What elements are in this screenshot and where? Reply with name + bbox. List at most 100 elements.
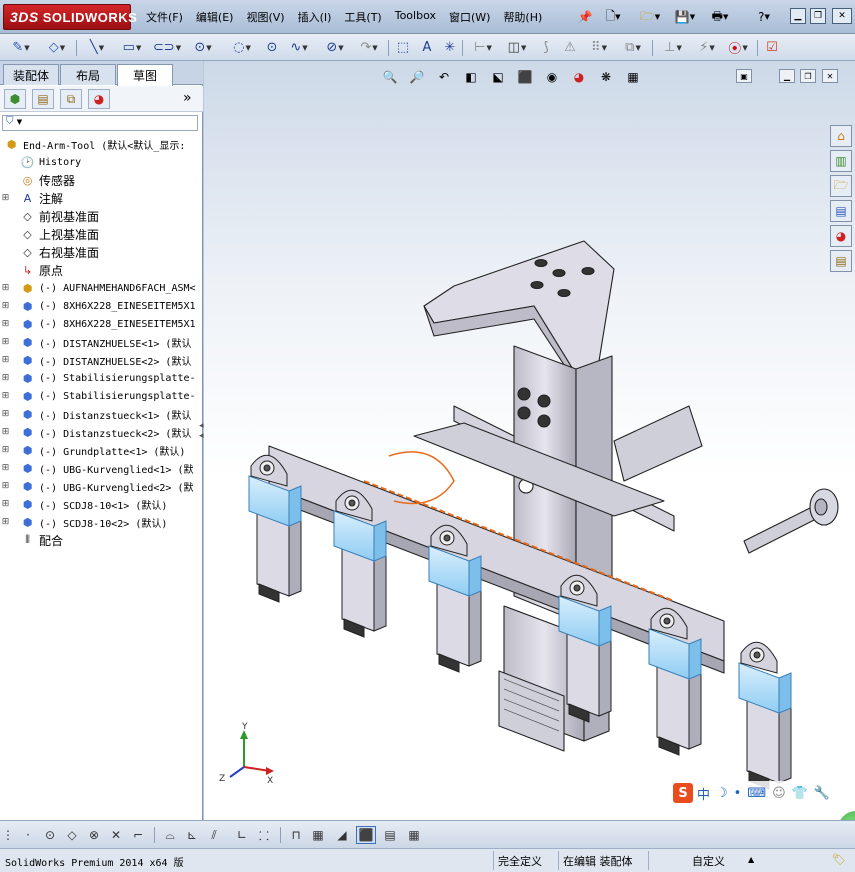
menu-window[interactable]: 窗口(W) [449, 9, 490, 25]
tree-item[interactable]: ⊞ ⬢ (-) SCDJ8-10<2> (默认) [0, 513, 203, 531]
tree-expand-icon[interactable]: ⊞ [0, 319, 11, 329]
tree-expand-icon[interactable]: ⊞ [0, 427, 11, 437]
menu-insert[interactable]: 插入(I) [298, 9, 332, 25]
gripper-part[interactable] [468, 555, 482, 597]
tree-expand-icon[interactable]: ⊞ [0, 445, 11, 455]
plane-icon[interactable]: ⬚ [394, 38, 412, 57]
tree-expand-icon[interactable]: ⊞ [0, 409, 11, 419]
tab-assembly[interactable]: 装配体 [3, 64, 59, 85]
tree-item[interactable]: ⫴ 配合 [0, 531, 203, 549]
new-document-icon[interactable]: 🗋 ▼ [600, 8, 626, 26]
tree-expand-icon[interactable]: ⊞ [0, 481, 11, 491]
slot-icon[interactable]: ⊂⊃ ▼ [152, 38, 182, 57]
line-icon[interactable]: ╲ ▼ [82, 38, 112, 57]
sogou-ime-icon[interactable]: S [673, 783, 693, 803]
units-dropdown-icon[interactable]: ▲ [748, 855, 754, 864]
tree-item[interactable]: ⊞ ⬢ (-) UBG-Kurvenglied<1> (默 [0, 459, 203, 477]
linear-pattern-icon[interactable]: ⠿ ▼ [584, 38, 614, 57]
gripper-part[interactable] [348, 499, 356, 507]
center-snap-icon[interactable]: ⊙ [40, 826, 60, 844]
tab-sketch[interactable]: 草图 [117, 64, 173, 86]
sketch-plane-icon[interactable]: ▤ [380, 826, 400, 844]
shaded-with-edges-icon[interactable]: ⬛ [356, 826, 376, 844]
close-icon[interactable]: ✕ [832, 8, 852, 24]
tree-item[interactable]: ↳ 原点 [0, 261, 203, 279]
ime-keyboard-icon[interactable]: ⌨ [747, 786, 766, 801]
rebuild-icon[interactable]: 🏷 [832, 853, 846, 866]
rectangle-icon[interactable]: ▭ ▼ [116, 38, 148, 57]
fillet-icon[interactable]: ↷ ▼ [354, 38, 384, 57]
units-selector[interactable]: 自定义 [692, 853, 725, 869]
graphics-area[interactable]: 🔍 🔎 ↶ ◧ ⬕ ⬛ ◉ ◕ ❋ ▦ ▣ ▁ ❐ ✕ ⌂ ▥ 🗁 ▤ ◕ ▤ [204, 61, 855, 820]
tree-item[interactable]: ⊞ ⬢ (-) Grundplatte<1> (默认) [0, 441, 203, 459]
nearest-snap-icon[interactable]: ⌐ [128, 826, 148, 844]
tree-item[interactable]: ⊞ ⬢ (-) 8XH6X228_EINESEITEM5X1 [0, 297, 203, 315]
intersection-snap-icon[interactable]: ✕ [106, 826, 126, 844]
circle-icon[interactable]: ⊙ ▼ [188, 38, 218, 57]
point-snap-icon[interactable]: · [18, 826, 38, 844]
coordinate-triad[interactable]: Y X Z [219, 722, 274, 786]
polygon-icon[interactable]: ⊙ [264, 38, 280, 57]
grid-display-icon[interactable]: ▦ [308, 826, 328, 844]
gripper-part[interactable] [753, 651, 761, 659]
menu-tools[interactable]: 工具(T) [344, 9, 381, 25]
spline-icon[interactable]: ∿ ▼ [284, 38, 314, 57]
smart-dimension-icon[interactable]: ◇ ▼ [42, 38, 72, 57]
mirror-entities-icon[interactable]: ⚠ [560, 38, 580, 57]
move-entities-icon[interactable]: ⧉ ▼ [618, 38, 648, 57]
ellipse-icon[interactable]: ⊘ ▼ [320, 38, 350, 57]
help-icon[interactable]: ? ▼ [752, 8, 776, 26]
gripper-part[interactable] [373, 520, 387, 562]
parallel-snap-icon[interactable]: ⫽ [204, 826, 224, 844]
tree-item[interactable]: ⊞ ⬢ (-) SCDJ8-10<1> (默认) [0, 495, 203, 513]
tree-expand-icon[interactable]: ⊞ [0, 517, 11, 527]
menu-view[interactable]: 视图(V) [246, 9, 284, 25]
tree-item[interactable]: ⊞ ⬢ (-) 8XH6X228_EINESEITEM5X1 [0, 315, 203, 333]
menu-help[interactable]: 帮助(H) [503, 9, 542, 25]
tangent-snap-icon[interactable]: ⌓ [160, 826, 180, 844]
tree-item[interactable]: ◇ 上视基准面 [0, 225, 203, 243]
ime-moon-icon[interactable]: ☽ [716, 786, 728, 801]
text-icon[interactable]: A [418, 38, 436, 57]
display-relations-icon[interactable]: ⊥ ▼ [658, 38, 688, 57]
ime-tools-icon[interactable]: 🔧 [814, 786, 830, 801]
arc-icon[interactable]: ◌ ▼ [224, 38, 260, 57]
tree-item[interactable]: ⊞ ⬢ (-) Distanzstueck<2> (默认 [0, 423, 203, 441]
tree-filter[interactable]: ⛉ ▼ [2, 115, 198, 131]
feature-manager-icon[interactable]: ⬢ [4, 89, 26, 109]
shaded-sketch-icon[interactable]: ◢ [332, 826, 352, 844]
tree-item[interactable]: ⊞ ⬢ (-) DISTANZHUELSE<1> (默认 [0, 333, 203, 351]
angle-snap-icon[interactable]: ∟ [232, 826, 252, 844]
convert-entities-icon[interactable]: ◫ ▼ [502, 38, 532, 57]
gripper-part[interactable] [688, 638, 702, 680]
property-manager-icon[interactable]: ▤ [32, 89, 54, 109]
tree-expand-icon[interactable]: ⊞ [0, 463, 11, 473]
menu-file[interactable]: 文件(F) [146, 9, 183, 25]
display-manager-icon[interactable]: ◕ [88, 89, 110, 109]
tab-layout[interactable]: 布局 [60, 64, 116, 85]
rapid-sketch-icon[interactable]: ☑ [762, 38, 782, 57]
perpendicular-snap-icon[interactable]: ⊾ [182, 826, 202, 844]
tree-expand-icon[interactable]: ⊞ [0, 337, 11, 347]
table-icon[interactable]: ▦ [404, 826, 424, 844]
gripper-part[interactable] [573, 584, 581, 592]
gripper-part[interactable] [598, 605, 612, 647]
configuration-manager-icon[interactable]: ⧉ [60, 89, 82, 109]
pushpin-icon[interactable]: 📌 [576, 8, 594, 26]
trim-entities-icon[interactable]: ⊢ ▼ [468, 38, 498, 57]
tree-item[interactable]: ⊞ ⬢ (-) UBG-Kurvenglied<2> (默 [0, 477, 203, 495]
assembly-model[interactable]: Y X Z [204, 61, 855, 820]
offset-entities-icon[interactable]: ⟆ [536, 38, 556, 57]
restore-icon[interactable]: ❐ [810, 8, 826, 24]
tree-item[interactable]: ⊞ ⬢ (-) AUFNAHMEHAND6FACH_ASM< [0, 279, 203, 297]
tree-expand-icon[interactable]: ⊞ [0, 355, 11, 365]
ime-language[interactable]: 中 [697, 784, 710, 803]
tree-item[interactable]: ◎ 传感器 [0, 171, 203, 189]
save-icon[interactable]: 💾 ▼ [672, 8, 698, 26]
tree-expand-icon[interactable]: ⊞ [0, 283, 11, 293]
point-icon[interactable]: ✳ [442, 38, 458, 57]
open-folder-icon[interactable]: 🗁 ▼ [637, 8, 663, 26]
tree-expand-icon[interactable]: ⊞ [0, 301, 11, 311]
print-icon[interactable]: 🖶 ▼ [707, 8, 733, 26]
tree-item[interactable]: ⊞ ⬢ (-) Stabilisierungsplatte- [0, 387, 203, 405]
